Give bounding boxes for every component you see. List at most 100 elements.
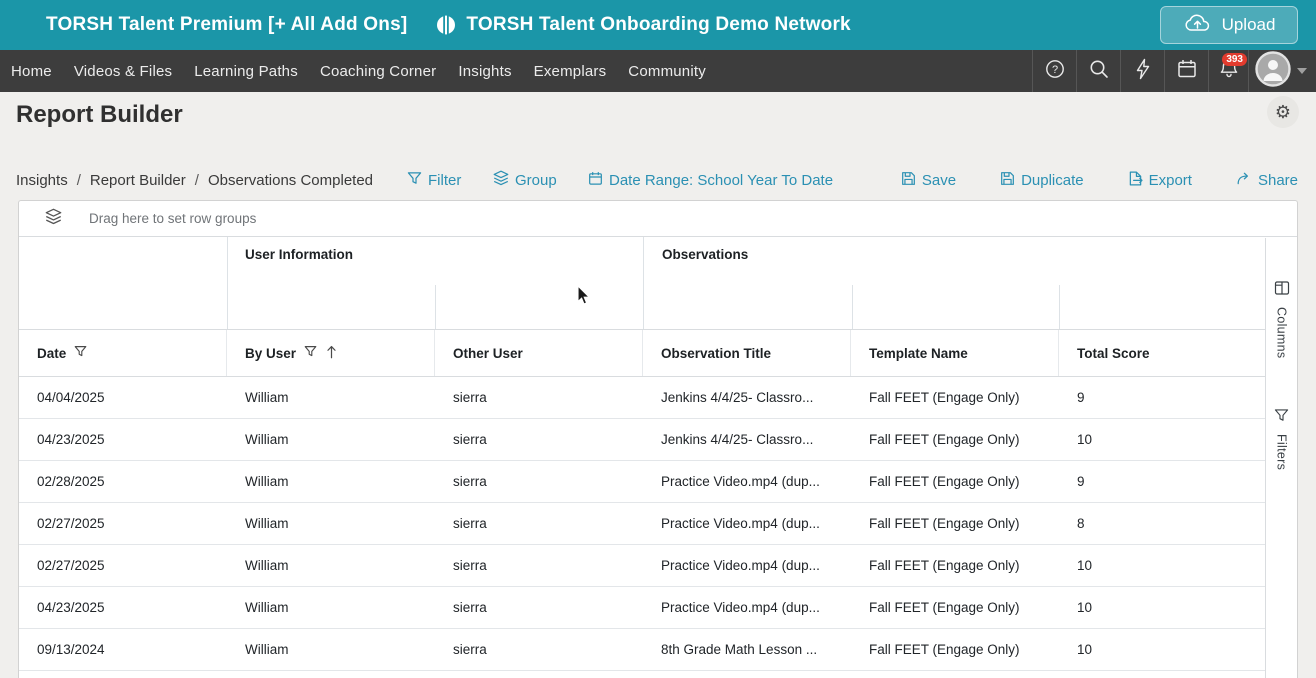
help-icon: ? [1044,58,1066,85]
row-group-drop-zone[interactable]: Drag here to set row groups [19,201,1297,237]
cell-other-user: sierra [435,461,643,502]
cell-date: 04/23/2025 [19,587,227,628]
cell-date: 04/23/2025 [19,419,227,460]
column-divider [1059,285,1060,329]
breadcrumb: Insights / Report Builder / Observations… [16,168,373,192]
cell-template-name: Fall FEET (Engage Only) [851,503,1059,544]
lightning-icon [1133,58,1153,85]
account-menu-button[interactable] [1248,50,1316,92]
column-header-row: Date By User [19,330,1265,377]
filter-funnel-icon[interactable] [304,345,317,361]
breadcrumb-insights[interactable]: Insights [16,172,68,189]
cell-observation-title: Practice Video.mp4 (dup... [643,503,851,544]
nav-item-learning-paths[interactable]: Learning Paths [183,50,309,92]
calendar-button[interactable] [1164,50,1208,92]
cell-total-score: 10 [1059,629,1266,670]
nav-item-videos-files[interactable]: Videos & Files [63,50,183,92]
cell-observation-title: Jenkins 4/4/25- Classro... [643,377,851,418]
column-divider [435,285,436,329]
cell-by-user: William [227,587,435,628]
cell-observation-title: Practice Video.mp4 (dup... [643,545,851,586]
page-title: Report Builder [16,101,183,129]
column-header-other-user[interactable]: Other User [435,330,643,376]
column-header-by-user[interactable]: By User [227,330,435,376]
table-row[interactable]: 04/04/2025 William sierra Jenkins 4/4/25… [19,377,1265,419]
cell-total-score: 10 [1059,545,1266,586]
filter-button[interactable]: Filter [407,168,461,192]
grid-side-panel: Columns Filters [1265,238,1297,678]
column-header-label: Other User [453,346,523,361]
cell-total-score: 9 [1059,461,1266,502]
cell-observation-title: Practice Video.mp4 (dup... [643,461,851,502]
cell-template-name: Fall FEET (Engage Only) [851,545,1059,586]
product-title: TORSH Talent Premium [+ All Add Ons] [46,14,407,36]
cell-date: 02/28/2025 [19,461,227,502]
group-header-user-information: User Information [245,247,353,262]
cell-date: 04/04/2025 [19,377,227,418]
cell-other-user: sierra [435,587,643,628]
cell-observation-title: Jenkins 4/4/25- Classro... [643,419,851,460]
notification-count-badge: 393 [1222,53,1247,66]
report-toolbar: Insights / Report Builder / Observations… [0,168,1316,192]
network-title: TORSH Talent Onboarding Demo Network [466,14,850,36]
filter-label: Filter [428,172,461,189]
report-grid: Drag here to set row groups User Informa… [18,200,1298,678]
quick-actions-button[interactable] [1120,50,1164,92]
table-row[interactable]: 02/28/2025 William sierra Practice Video… [19,461,1265,503]
column-header-label: By User [245,346,296,361]
cell-date: 09/13/2024 [19,629,227,670]
export-button[interactable]: Export [1128,168,1192,192]
nav-item-coaching-corner[interactable]: Coaching Corner [309,50,447,92]
save-label: Save [922,172,956,189]
app-window: TORSH Talent Premium [+ All Add Ons] TOR… [0,0,1316,678]
cell-by-user: William [227,419,435,460]
share-arrow-icon [1236,171,1252,190]
svg-text:?: ? [1051,64,1057,76]
notifications-button[interactable]: 393 [1208,50,1248,92]
tab-columns[interactable]: Columns [1274,280,1290,358]
help-button[interactable]: ? [1032,50,1076,92]
cloud-upload-icon [1183,12,1213,39]
cell-by-user: William [227,545,435,586]
nav-item-community[interactable]: Community [617,50,717,92]
column-header-template-name[interactable]: Template Name [851,330,1059,376]
filter-funnel-icon[interactable] [74,345,87,361]
top-brand-bar: TORSH Talent Premium [+ All Add Ons] TOR… [0,0,1316,50]
cell-other-user: sierra [435,503,643,544]
table-row[interactable]: 04/23/2025 William sierra Jenkins 4/4/25… [19,419,1265,461]
table-row[interactable]: 02/27/2025 William sierra Practice Video… [19,503,1265,545]
cell-by-user: William [227,503,435,544]
share-button[interactable]: Share [1236,168,1298,192]
column-header-label: Template Name [869,346,968,361]
cell-other-user: sierra [435,545,643,586]
search-button[interactable] [1076,50,1120,92]
save-button[interactable]: Save [901,168,956,192]
group-button[interactable]: Group [493,168,557,192]
breadcrumb-report-builder[interactable]: Report Builder [90,172,186,189]
column-header-observation-title[interactable]: Observation Title [643,330,851,376]
nav-item-insights[interactable]: Insights [447,50,522,92]
upload-button[interactable]: Upload [1160,6,1298,44]
cell-observation-title: 8th Grade Math Lesson ... [643,629,851,670]
layers-icon [19,208,62,230]
column-divider [852,285,853,329]
cell-by-user: William [227,629,435,670]
table-row[interactable]: 04/23/2025 William sierra Practice Video… [19,587,1265,629]
table-row[interactable]: 09/13/2024 William sierra 8th Grade Math… [19,629,1265,671]
date-range-button[interactable]: Date Range: School Year To Date [588,168,833,192]
column-header-date[interactable]: Date [19,330,227,376]
main-nav: Home Videos & Files Learning Paths Coach… [0,50,1316,92]
share-label: Share [1258,172,1298,189]
tab-filters[interactable]: Filters [1274,408,1289,470]
cell-by-user: William [227,461,435,502]
nav-item-home[interactable]: Home [0,50,63,92]
column-header-total-score[interactable]: Total Score [1059,330,1266,376]
duplicate-button[interactable]: Duplicate [1000,168,1084,192]
gear-icon: ⚙ [1275,102,1291,123]
settings-button[interactable]: ⚙ [1267,96,1299,128]
cell-other-user: sierra [435,629,643,670]
cell-total-score: 8 [1059,503,1266,544]
nav-item-exemplars[interactable]: Exemplars [523,50,618,92]
breadcrumb-separator: / [77,172,81,189]
table-row[interactable]: 02/27/2025 William sierra Practice Video… [19,545,1265,587]
